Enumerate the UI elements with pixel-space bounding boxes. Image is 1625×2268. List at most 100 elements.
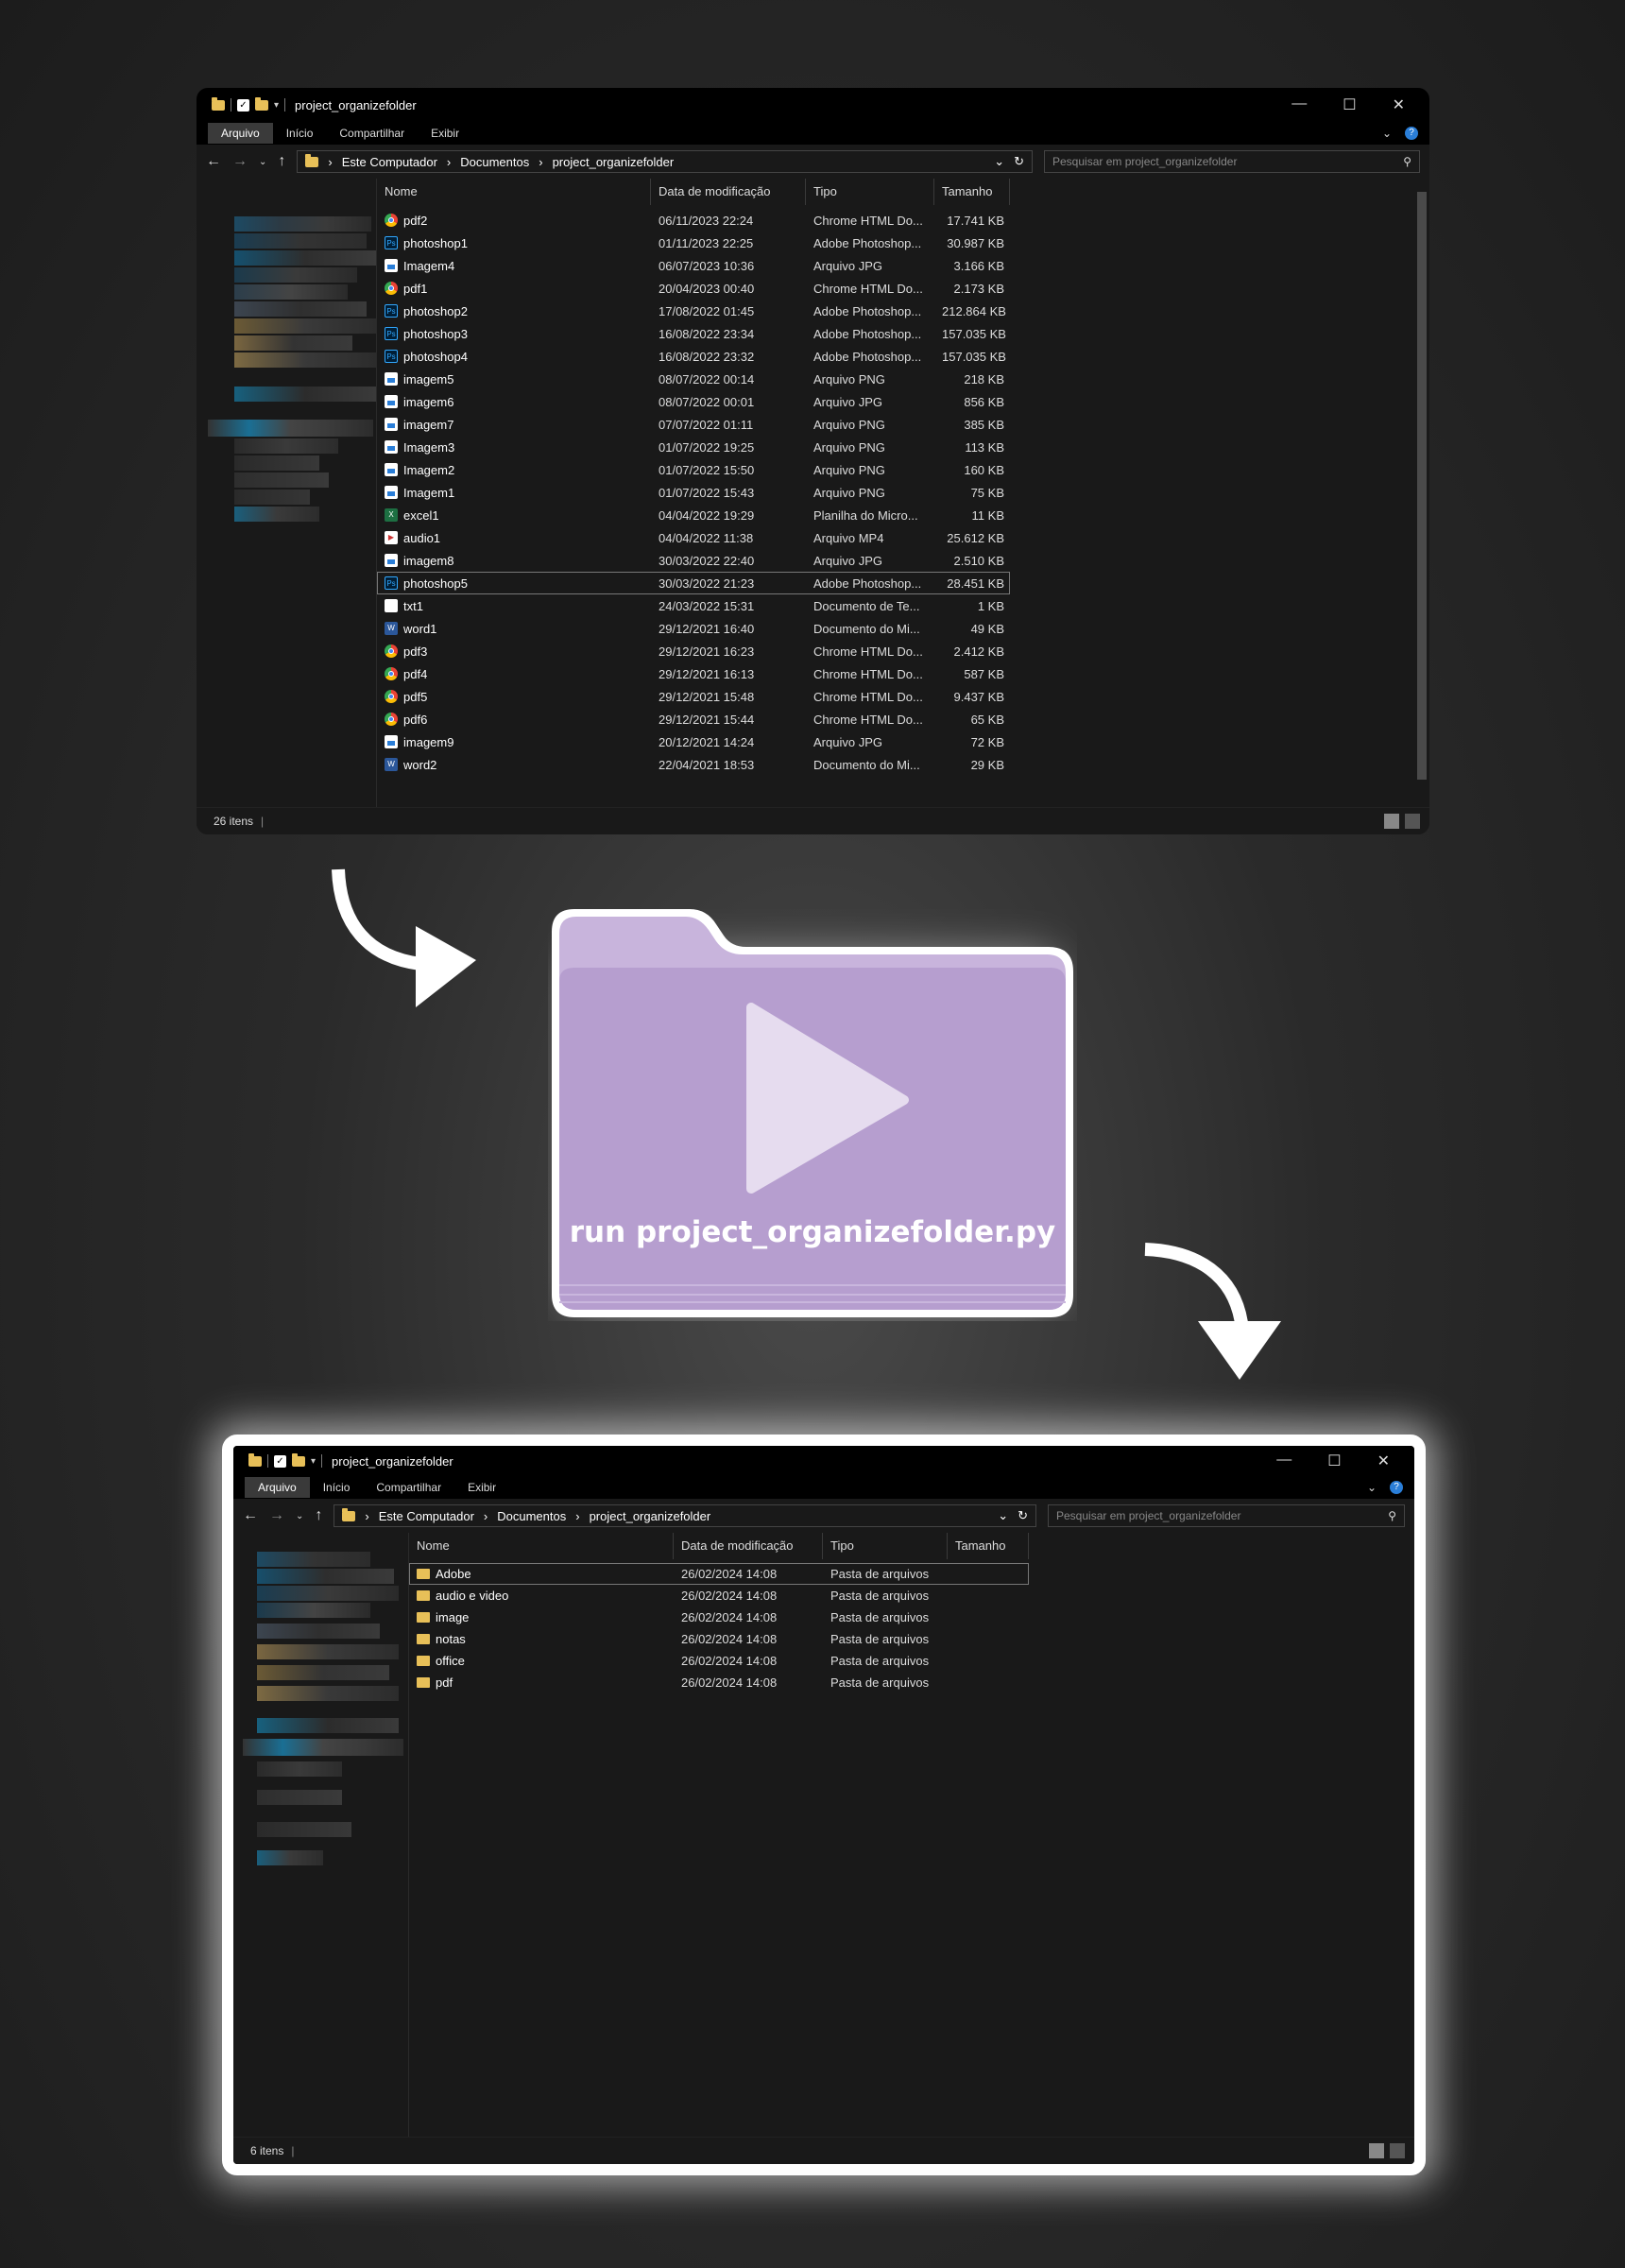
column-name[interactable]: Nome <box>377 179 651 205</box>
script-folder-icon <box>552 909 1073 1317</box>
file-row[interactable]: imagem7 07/07/2022 01:11 Arquivo PNG 385 KB <box>377 413 1010 436</box>
large-icons-view-icon[interactable] <box>1405 814 1420 829</box>
file-row[interactable]: Ps photoshop2 17/08/2022 01:45 Adobe Photos… <box>377 300 1010 322</box>
file-row[interactable]: imagem5 08/07/2022 00:14 Arquivo PNG 218 KB <box>377 368 1010 390</box>
file-list[interactable]: Nome Data de modificação Tipo Tamanho Ad… <box>408 1533 1414 2138</box>
refresh-icon[interactable]: ↻ <box>1014 154 1024 169</box>
tab-inicio[interactable]: Início <box>273 123 327 144</box>
file-name: imagem6 <box>403 394 454 409</box>
search-input[interactable]: Pesquisar em project_organizefolder ⚲ <box>1048 1504 1405 1527</box>
maximize-icon[interactable]: ☐ <box>1343 95 1356 114</box>
recent-locations-icon[interactable]: ⌄ <box>259 157 266 167</box>
forward-icon[interactable]: → <box>269 1507 284 1524</box>
file-row[interactable]: Wword1 29/12/2021 16:40 Documento do Mi...… <box>377 617 1010 640</box>
back-icon[interactable]: ← <box>243 1507 258 1524</box>
expand-ribbon-icon[interactable]: ⌄ <box>1367 1481 1377 1494</box>
file-row[interactable]: ▶ audio1 04/04/2022 11:38 Arquivo MP4 25.612… <box>377 526 1010 549</box>
folder-row[interactable]: Adobe 26/02/2024 14:08 Pasta de arquivos <box>409 1563 1029 1585</box>
customize-dropdown-icon[interactable]: ▾ <box>274 100 279 111</box>
folder-row[interactable]: audio e video 26/02/2024 14:08 Pasta de ar… <box>409 1585 1029 1606</box>
back-icon[interactable]: ← <box>206 153 221 170</box>
file-size: 29 KB <box>970 757 1004 772</box>
file-size: 65 KB <box>970 712 1004 727</box>
file-row[interactable]: imagem9 20/12/2021 14:24 Arquivo JPG 72 KB <box>377 730 1010 753</box>
column-name[interactable]: Nome <box>409 1533 674 1559</box>
column-size[interactable]: Tamanho <box>934 179 1010 205</box>
tab-exibir[interactable]: Exibir <box>418 123 472 144</box>
file-row[interactable]: Imagem1 01/07/2022 15:43 Arquivo PNG 75 KB <box>377 481 1010 504</box>
file-row[interactable]: Ps photoshop3 16/08/2022 23:34 Adobe Photos… <box>377 322 1010 345</box>
minimize-icon[interactable]: — <box>1276 1452 1291 1470</box>
breadcrumb-item[interactable]: Documentos <box>460 155 529 169</box>
address-dropdown-icon[interactable]: ⌄ <box>998 1508 1008 1523</box>
file-row[interactable]: Xexcel1 04/04/2022 19:29 Planilha do Micro… <box>377 504 1010 526</box>
file-row[interactable]: Ps photoshop1 01/11/2023 22:25 Adobe Photos… <box>377 232 1010 254</box>
address-dropdown-icon[interactable]: ⌄ <box>994 154 1004 169</box>
breadcrumb-item[interactable]: project_organizefolder <box>553 155 675 169</box>
scrollbar-thumb[interactable] <box>1417 192 1427 780</box>
column-date[interactable]: Data de modificação <box>651 179 806 205</box>
file-row[interactable]: Ps photoshop4 16/08/2022 23:32 Adobe Photos… <box>377 345 1010 368</box>
vertical-scrollbar[interactable] <box>1414 179 1429 808</box>
file-row[interactable]: Ps photoshop5 30/03/2022 21:23 Adobe Photos… <box>377 572 1010 594</box>
up-icon[interactable]: ↑ <box>278 153 285 170</box>
customize-dropdown-icon[interactable]: ▾ <box>311 1456 316 1467</box>
tab-inicio[interactable]: Início <box>310 1477 364 1498</box>
tab-compartilhar[interactable]: Compartilhar <box>363 1477 454 1498</box>
column-type[interactable]: Tipo <box>823 1533 948 1559</box>
tab-exibir[interactable]: Exibir <box>454 1477 509 1498</box>
forward-icon[interactable]: → <box>232 153 248 170</box>
folder-row[interactable]: image 26/02/2024 14:08 Pasta de arquivos <box>409 1606 1029 1628</box>
close-icon[interactable]: ✕ <box>1393 95 1405 114</box>
breadcrumb-item[interactable]: Este Computador <box>379 1509 474 1523</box>
recent-locations-icon[interactable]: ⌄ <box>296 1511 303 1521</box>
file-row[interactable]: pdf5 29/12/2021 15:48 Chrome HTML Do... 9.4… <box>377 685 1010 708</box>
column-size[interactable]: Tamanho <box>948 1533 1029 1559</box>
new-folder-icon[interactable] <box>292 1452 305 1467</box>
close-icon[interactable]: ✕ <box>1377 1452 1390 1470</box>
search-input[interactable]: Pesquisar em project_organizefolder ⚲ <box>1044 150 1420 173</box>
tab-arquivo[interactable]: Arquivo <box>245 1477 310 1498</box>
file-row[interactable]: txt1 24/03/2022 15:31 Documento de Te... 1 … <box>377 594 1010 617</box>
new-folder-icon[interactable] <box>255 96 268 111</box>
folder-row[interactable]: pdf 26/02/2024 14:08 Pasta de arquivos <box>409 1672 1029 1693</box>
address-bar[interactable]: › Este Computador › Documentos › project… <box>334 1504 1036 1527</box>
refresh-icon[interactable]: ↻ <box>1018 1508 1028 1523</box>
up-icon[interactable]: ↑ <box>315 1507 322 1524</box>
file-row[interactable]: imagem6 08/07/2022 00:01 Arquivo JPG 856 KB <box>377 390 1010 413</box>
breadcrumb-item[interactable]: Documentos <box>497 1509 566 1523</box>
maximize-icon[interactable]: ☐ <box>1327 1452 1341 1470</box>
file-row[interactable]: Imagem3 01/07/2022 19:25 Arquivo PNG 113 KB <box>377 436 1010 458</box>
help-icon[interactable]: ? <box>1390 1481 1403 1494</box>
file-name-cell: image <box>409 1610 674 1624</box>
tab-compartilhar[interactable]: Compartilhar <box>326 123 418 144</box>
file-row[interactable]: Imagem4 06/07/2023 10:36 Arquivo JPG 3.166 … <box>377 254 1010 277</box>
expand-ribbon-icon[interactable]: ⌄ <box>1382 127 1392 140</box>
help-icon[interactable]: ? <box>1405 127 1418 140</box>
file-row[interactable]: pdf6 29/12/2021 15:44 Chrome HTML Do... 65 … <box>377 708 1010 730</box>
tab-arquivo[interactable]: Arquivo <box>208 123 273 144</box>
address-bar[interactable]: › Este Computador › Documentos › project… <box>297 150 1033 173</box>
navigation-pane[interactable] <box>197 179 376 808</box>
properties-icon[interactable]: ✓ <box>237 98 249 112</box>
breadcrumb-item[interactable]: Este Computador <box>342 155 437 169</box>
properties-icon[interactable]: ✓ <box>274 1454 286 1468</box>
file-row[interactable]: imagem8 30/03/2022 22:40 Arquivo JPG 2.510 … <box>377 549 1010 572</box>
column-date[interactable]: Data de modificação <box>674 1533 823 1559</box>
breadcrumb-item[interactable]: project_organizefolder <box>590 1509 711 1523</box>
minimize-icon[interactable]: — <box>1291 95 1307 114</box>
large-icons-view-icon[interactable] <box>1390 2143 1405 2158</box>
file-row[interactable]: Wword2 22/04/2021 18:53 Documento do Mi...… <box>377 753 1010 776</box>
file-row[interactable]: pdf1 20/04/2023 00:40 Chrome HTML Do... 2.1… <box>377 277 1010 300</box>
details-view-icon[interactable] <box>1384 814 1399 829</box>
navigation-pane[interactable] <box>233 1533 408 2138</box>
folder-row[interactable]: office 26/02/2024 14:08 Pasta de arquivos <box>409 1650 1029 1672</box>
file-row[interactable]: pdf4 29/12/2021 16:13 Chrome HTML Do... 587… <box>377 662 1010 685</box>
column-type[interactable]: Tipo <box>806 179 934 205</box>
file-row[interactable]: Imagem2 01/07/2022 15:50 Arquivo PNG 160 KB <box>377 458 1010 481</box>
folder-row[interactable]: notas 26/02/2024 14:08 Pasta de arquivos <box>409 1628 1029 1650</box>
file-row[interactable]: pdf2 06/11/2023 22:24 Chrome HTML Do... 17.… <box>377 209 1010 232</box>
file-row[interactable]: pdf3 29/12/2021 16:23 Chrome HTML Do... 2.4… <box>377 640 1010 662</box>
file-list[interactable]: Nome Data de modificação Tipo Tamanho pd… <box>376 179 1429 808</box>
details-view-icon[interactable] <box>1369 2143 1384 2158</box>
